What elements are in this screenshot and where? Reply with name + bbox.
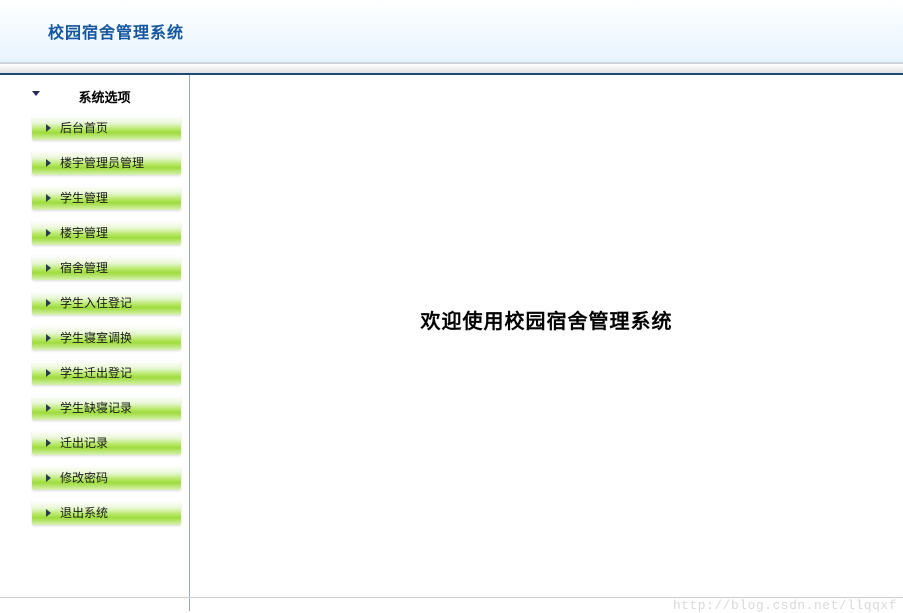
chevron-right-icon bbox=[46, 404, 51, 412]
welcome-text: 欢迎使用校园宿舍管理系统 bbox=[421, 305, 673, 334]
menu-item-label: 学生入住登记 bbox=[60, 296, 132, 310]
menu-item-label: 学生缺寝记录 bbox=[60, 401, 132, 415]
menu-item-checkout-record[interactable]: 迁出记录 bbox=[32, 431, 181, 455]
sidebar: 系统选项 后台首页 楼宇管理员管理 学生管理 楼宇管理 宿舍管理 bbox=[0, 75, 190, 611]
chevron-right-icon bbox=[46, 229, 51, 237]
menu-item-label: 学生寝室调换 bbox=[60, 331, 132, 345]
menu-item-label: 退出系统 bbox=[60, 506, 108, 520]
header-divider bbox=[0, 63, 903, 75]
menu-item-checkin[interactable]: 学生入住登记 bbox=[32, 291, 181, 315]
watermark-text: http://blog.csdn.net/llqqxf bbox=[673, 598, 897, 613]
chevron-right-icon bbox=[46, 509, 51, 517]
menu-item-logout[interactable]: 退出系统 bbox=[32, 501, 181, 525]
menu-item-label: 学生迁出登记 bbox=[60, 366, 132, 380]
chevron-right-icon bbox=[46, 474, 51, 482]
content-area: 系统选项 后台首页 楼宇管理员管理 学生管理 楼宇管理 宿舍管理 bbox=[0, 75, 903, 611]
menu-item-label: 修改密码 bbox=[60, 471, 108, 485]
sidebar-header[interactable]: 系统选项 bbox=[0, 81, 189, 116]
sidebar-menu: 后台首页 楼宇管理员管理 学生管理 楼宇管理 宿舍管理 学生入住登记 bbox=[0, 116, 189, 525]
menu-item-absence[interactable]: 学生缺寝记录 bbox=[32, 396, 181, 420]
menu-item-label: 楼宇管理员管理 bbox=[60, 156, 144, 170]
chevron-right-icon bbox=[46, 264, 51, 272]
menu-item-student[interactable]: 学生管理 bbox=[32, 186, 181, 210]
sidebar-title: 系统选项 bbox=[78, 87, 130, 106]
chevron-right-icon bbox=[46, 369, 51, 377]
menu-item-label: 迁出记录 bbox=[60, 436, 108, 450]
menu-item-building-admin[interactable]: 楼宇管理员管理 bbox=[32, 151, 181, 175]
chevron-right-icon bbox=[46, 334, 51, 342]
chevron-right-icon bbox=[46, 194, 51, 202]
app-header: 校园宿舍管理系统 bbox=[0, 0, 903, 63]
menu-item-password[interactable]: 修改密码 bbox=[32, 466, 181, 490]
menu-item-room-change[interactable]: 学生寝室调换 bbox=[32, 326, 181, 350]
chevron-right-icon bbox=[46, 159, 51, 167]
chevron-right-icon bbox=[46, 299, 51, 307]
menu-item-label: 宿舍管理 bbox=[60, 261, 108, 275]
app-title: 校园宿舍管理系统 bbox=[48, 19, 184, 43]
main-panel: 欢迎使用校园宿舍管理系统 bbox=[190, 75, 903, 611]
menu-item-checkout[interactable]: 学生迁出登记 bbox=[32, 361, 181, 385]
menu-item-label: 学生管理 bbox=[60, 191, 108, 205]
menu-item-home[interactable]: 后台首页 bbox=[32, 116, 181, 140]
chevron-down-icon bbox=[32, 91, 40, 96]
menu-item-label: 后台首页 bbox=[60, 121, 108, 135]
chevron-right-icon bbox=[46, 439, 51, 447]
menu-item-label: 楼宇管理 bbox=[60, 226, 108, 240]
menu-item-building[interactable]: 楼宇管理 bbox=[32, 221, 181, 245]
chevron-right-icon bbox=[46, 124, 51, 132]
menu-item-dorm[interactable]: 宿舍管理 bbox=[32, 256, 181, 280]
